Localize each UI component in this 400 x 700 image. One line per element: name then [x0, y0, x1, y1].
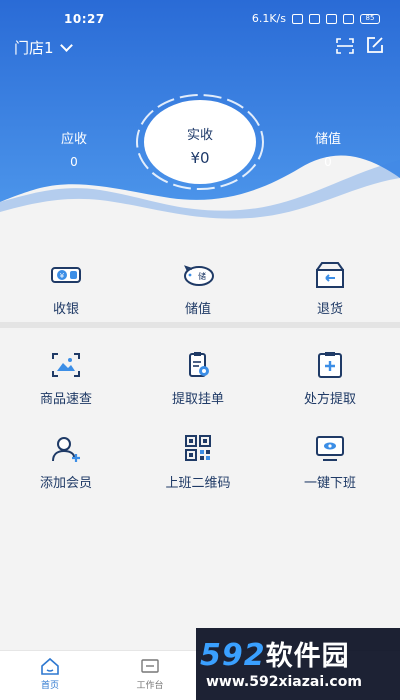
action-return[interactable]: 退货 — [270, 260, 390, 317]
piggy-bank-icon: 储 — [184, 265, 214, 286]
store-selector[interactable]: 门店1 — [14, 37, 73, 58]
chevron-down-icon — [59, 38, 73, 52]
nav-workbench[interactable]: 工作台 — [115, 657, 185, 691]
action-pending-order-label: 提取挂单 — [171, 392, 224, 407]
status-bar: 10:27 6.1K/s 85 — [0, 0, 400, 34]
signal-icon — [326, 13, 337, 24]
watermark-url: www.592xiazai.com — [206, 674, 362, 690]
return-box-icon — [316, 262, 344, 288]
stat-received-label: 实收 — [186, 128, 213, 143]
action-clock-out-label: 一键下班 — [303, 476, 356, 491]
store-label: 门店1 — [14, 39, 54, 57]
stat-receivable: 应收 0 — [34, 128, 114, 169]
top-actions: ¥ 收银 储 储值 退货 — [0, 230, 400, 322]
main-actions: 商品速查 提取挂单 处方提取 添加会员 上班二维码 一键下班 — [0, 328, 400, 650]
watermark-brand-digits: 592 — [200, 638, 266, 673]
action-cashier-label: 收银 — [52, 302, 79, 317]
svg-text:储: 储 — [198, 271, 206, 281]
alarm-icon — [309, 13, 320, 24]
stat-received: 实收 ¥0 — [144, 100, 256, 184]
action-pending-order[interactable]: 提取挂单 — [138, 350, 258, 407]
status-time: 10:27 — [64, 12, 105, 26]
prescription-icon — [318, 352, 342, 378]
header: 10:27 6.1K/s 85 门店1 应收 0 实收 ¥0 储值 0 — [0, 0, 400, 222]
stat-receivable-label: 应收 — [60, 132, 87, 147]
add-member-icon — [52, 437, 80, 462]
nav-workbench-label: 工作台 — [136, 681, 164, 691]
stat-stored-value: 0 — [324, 155, 332, 169]
action-prescription-label: 处方提取 — [303, 392, 356, 407]
action-qr-code-label: 上班二维码 — [165, 476, 231, 491]
stat-receivable-value: 0 — [70, 155, 78, 169]
cash-icon: ¥ — [51, 267, 81, 283]
scan-icon[interactable] — [336, 38, 354, 54]
action-cashier[interactable]: ¥ 收银 — [6, 260, 126, 317]
action-store-value[interactable]: 储 储值 — [138, 260, 258, 317]
action-store-value-label: 储值 — [184, 302, 211, 317]
watermark-brand: 592软件园 — [200, 634, 350, 673]
status-indicators: 6.1K/s 85 — [252, 12, 380, 25]
stat-stored: 储值 0 — [288, 128, 368, 169]
svg-text:¥: ¥ — [60, 272, 65, 280]
bluetooth-icon — [292, 13, 303, 24]
pending-order-icon — [189, 352, 209, 377]
wifi-icon — [343, 13, 354, 24]
product-lookup-icon — [52, 353, 80, 377]
nav-home[interactable]: 首页 — [15, 657, 85, 691]
battery-icon: 85 — [360, 13, 380, 24]
workbench-icon — [141, 659, 159, 673]
action-add-member[interactable]: 添加会员 — [6, 434, 126, 491]
clock-out-icon — [316, 436, 344, 461]
home-icon — [41, 657, 59, 675]
stat-received-value: ¥0 — [190, 149, 210, 167]
network-speed: 6.1K/s — [251, 12, 286, 25]
stat-stored-label: 储值 — [314, 132, 341, 147]
watermark-brand-text: 软件园 — [265, 641, 350, 672]
qr-code-icon — [185, 435, 211, 461]
action-product-lookup[interactable]: 商品速查 — [6, 350, 126, 407]
action-return-label: 退货 — [316, 302, 343, 317]
edit-icon[interactable] — [366, 36, 384, 54]
action-prescription[interactable]: 处方提取 — [270, 350, 390, 407]
action-add-member-label: 添加会员 — [39, 476, 92, 491]
nav-home-label: 首页 — [40, 681, 59, 691]
action-qr-code[interactable]: 上班二维码 — [138, 434, 258, 491]
watermark-overlay: 592软件园 www.592xiazai.com — [196, 628, 400, 700]
action-product-lookup-label: 商品速查 — [39, 392, 92, 407]
action-clock-out[interactable]: 一键下班 — [270, 434, 390, 491]
